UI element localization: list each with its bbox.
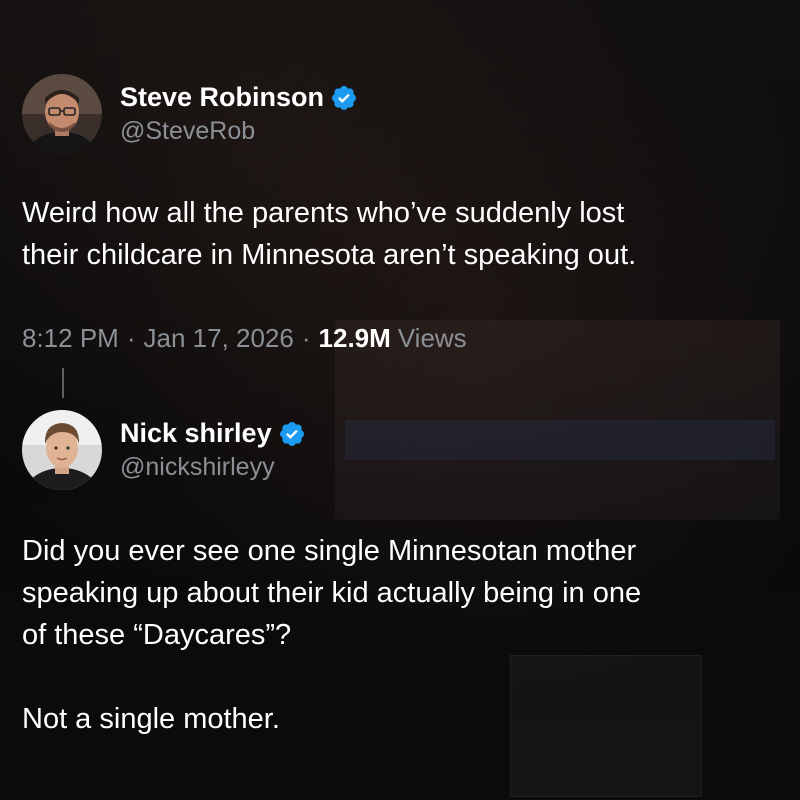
reply-tweet-names: Nick shirley @nickshirleyy: [120, 418, 306, 482]
reply-tweet-display-name[interactable]: Nick shirley: [120, 418, 272, 449]
screenshot-canvas: Steve Robinson @SteveRob Weird how all t…: [0, 0, 800, 800]
views-count[interactable]: 12.9M: [319, 323, 391, 354]
main-tweet-handle[interactable]: @SteveRob: [120, 117, 358, 146]
reply-tweet: Nick shirley @nickshirleyy Did you ever …: [22, 410, 782, 740]
verified-badge-icon[interactable]: [330, 84, 358, 112]
verified-badge-icon[interactable]: [278, 420, 306, 448]
reply-tweet-text: Did you ever see one single Minnesotan m…: [22, 535, 642, 735]
main-tweet-meta: 8:12 PM · Jan 17, 2026 · 12.9M Views: [22, 323, 467, 354]
main-tweet-name-line: Steve Robinson: [120, 82, 358, 113]
reply-tweet-name-line: Nick shirley: [120, 418, 306, 449]
nick-shirley-avatar[interactable]: [22, 410, 102, 490]
main-tweet-author[interactable]: Steve Robinson @SteveRob: [22, 74, 782, 154]
main-tweet-text: Weird how all the parents who’ve suddenl…: [22, 197, 637, 271]
main-tweet-names: Steve Robinson @SteveRob: [120, 82, 358, 146]
main-tweet-display-name[interactable]: Steve Robinson: [120, 82, 324, 113]
reply-tweet-author[interactable]: Nick shirley @nickshirleyy: [22, 410, 782, 490]
tweet-time[interactable]: 8:12 PM: [22, 323, 119, 354]
tweet-date[interactable]: Jan 17, 2026: [144, 323, 294, 354]
meta-separator: ·: [301, 323, 311, 353]
reply-tweet-handle[interactable]: @nickshirleyy: [120, 453, 306, 482]
meta-separator: ·: [126, 323, 136, 353]
main-tweet: Steve Robinson @SteveRob Weird how all t…: [22, 74, 782, 276]
thread-connector-line: [62, 368, 64, 398]
steve-robinson-avatar[interactable]: [22, 74, 102, 154]
views-label[interactable]: Views: [398, 323, 467, 354]
